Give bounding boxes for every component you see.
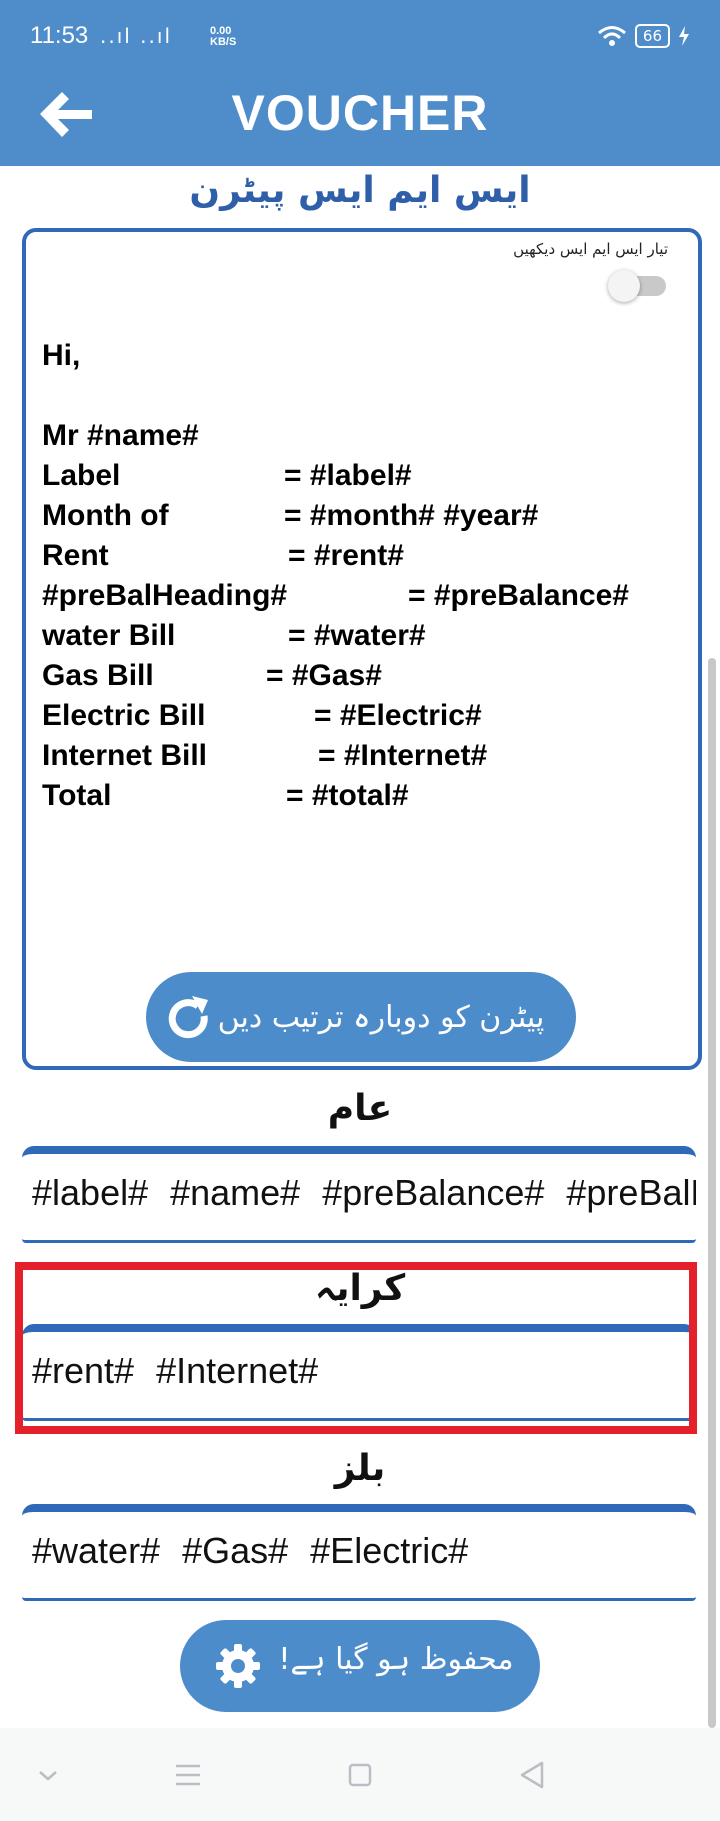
save-button-label: محفوظ ہو گیا ہے! (278, 1642, 514, 1677)
toggle-knob (608, 270, 640, 302)
save-button[interactable]: محفوظ ہو گیا ہے! (180, 1620, 540, 1712)
network-speed-unit: KB/S (210, 36, 237, 48)
template-row-key: Rent (42, 539, 109, 572)
template-name-line: Mr #name# (42, 419, 199, 452)
template-row-value: = #total# (286, 779, 409, 812)
chips-bills: #water# #Gas# #Electric# (22, 1504, 696, 1601)
template-row-value: = #Internet# (318, 739, 488, 772)
chip[interactable]: #preBalance# (322, 1172, 544, 1213)
chip[interactable]: #preBalHeading# (566, 1172, 696, 1213)
template-row-key: #preBalHeading# (42, 579, 288, 612)
chip[interactable]: #label# (32, 1172, 148, 1213)
template-row-value: = #Gas# (266, 659, 382, 692)
highlight-box (15, 1262, 697, 1434)
page-title: VOUCHER (231, 85, 489, 141)
chip[interactable]: #Electric# (310, 1530, 468, 1571)
template-row-value: = #preBalance# (408, 579, 629, 612)
template-row-value: = #rent# (288, 539, 404, 572)
status-time: 11:53 (30, 22, 89, 49)
chip[interactable]: #name# (170, 1172, 300, 1213)
template-row-value: = #month# #year# (284, 499, 539, 532)
show-ready-sms-toggle[interactable] (608, 270, 668, 302)
template-row-key: Total (42, 779, 112, 812)
template-greeting: Hi, (42, 339, 81, 372)
section-title-general: عام (327, 1088, 393, 1129)
template-row: Internet Bill = #Internet# (42, 736, 682, 776)
wifi-icon (597, 26, 626, 46)
template-blank-line (42, 376, 682, 416)
template-row-key: Internet Bill (42, 739, 208, 772)
template-row-value: = #label# (284, 459, 412, 492)
template-row-key: Gas Bill (42, 659, 154, 692)
sms-template-text[interactable]: Hi, Mr #name# Label = #label# Month of = #… (42, 336, 682, 816)
template-row-value: = #Electric# (314, 699, 482, 732)
template-row: Gas Bill = #Gas# (42, 656, 682, 696)
show-ready-sms-label: تیار ایس ایم ایس دیکھیں (513, 240, 668, 258)
chip[interactable]: #Gas# (182, 1530, 288, 1571)
sms-template-card: تیار ایس ایم ایس دیکھیں Hi, Mr #name# La… (22, 228, 702, 1070)
reset-pattern-button[interactable]: پیٹرن کو دوبارہ ترتیب دیں (146, 972, 576, 1062)
status-right: 66 (597, 24, 690, 48)
template-row: water Bill = #water# (42, 616, 682, 656)
section-title-bills: بلز (334, 1448, 386, 1489)
scrollbar[interactable] (708, 658, 716, 1728)
chip-list: #water# #Gas# #Electric# (32, 1530, 490, 1572)
chip-list: #label# #name# #preBalance# #preBalHeading# (32, 1172, 696, 1214)
template-row: Label = #label# (42, 456, 682, 496)
signal-icon: ..ıl ..ıl (100, 24, 173, 48)
refresh-icon (168, 996, 208, 1039)
template-row: Electric Bill = #Electric# (42, 696, 682, 736)
chevron-down-icon[interactable] (28, 1758, 68, 1792)
gear-icon (216, 1644, 260, 1688)
template-row-key: Electric Bill (42, 699, 206, 732)
reset-pattern-label: پیٹرن کو دوبارہ ترتیب دیں (217, 999, 545, 1035)
system-nav-bar (0, 1728, 720, 1821)
menu-icon[interactable] (168, 1758, 208, 1792)
template-row: Rent = #rent# (42, 536, 682, 576)
template-row: Month of = #month# #year# (42, 496, 682, 536)
template-row-value: = #water# (288, 619, 426, 652)
app-bar: 11:53 ..ıl ..ıl 0.00 KB/S 66 VOUCHER (0, 0, 720, 166)
chip[interactable]: #water# (32, 1530, 160, 1571)
home-square-icon[interactable] (340, 1758, 380, 1792)
template-row: #preBalHeading# = #preBalance# (42, 576, 682, 616)
back-triangle-icon[interactable] (512, 1758, 552, 1792)
template-row-key: water Bill (42, 619, 176, 652)
charging-icon (679, 26, 689, 46)
template-row: Total = #total# (42, 776, 682, 816)
template-row-key: Label (42, 459, 121, 492)
battery-icon: 66 (634, 24, 670, 48)
network-speed: 0.00 KB/S (210, 26, 236, 48)
template-row-key: Month of (42, 499, 169, 532)
chips-general: #label# #name# #preBalance# #preBalHeading# (22, 1146, 696, 1243)
sms-pattern-heading: ایس ایم ایس پیٹرن (189, 170, 531, 211)
